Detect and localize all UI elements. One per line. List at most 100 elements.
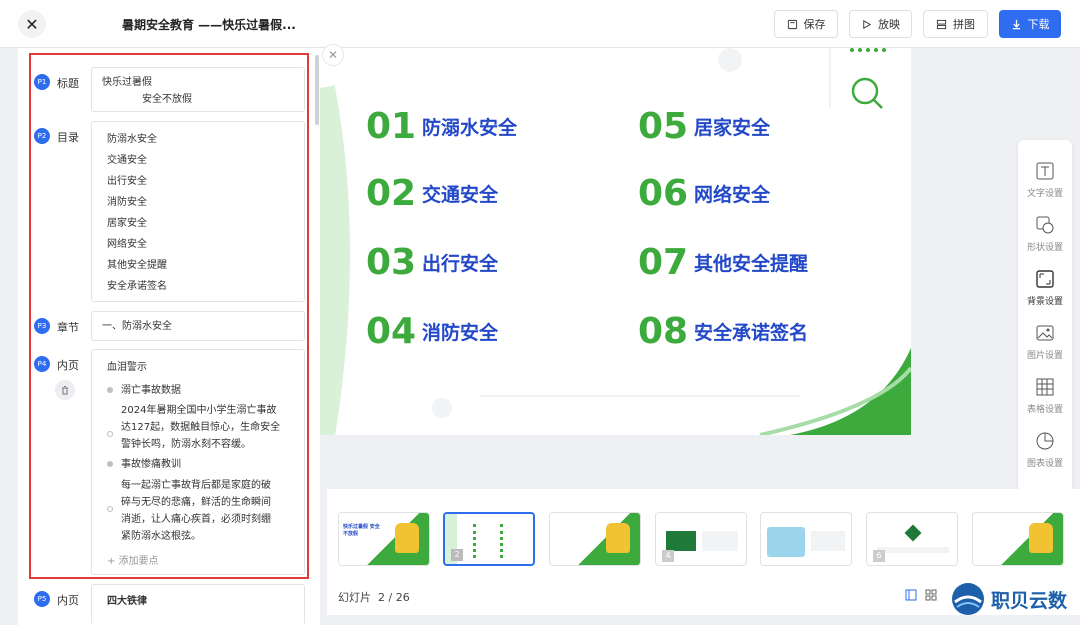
thumbnail-slide-2[interactable]: 2 — [443, 512, 535, 566]
point-body: 警钟长鸣，防溺水刻不容缓。 — [121, 439, 251, 450]
chart-settings-button[interactable]: 图表设置 — [1018, 432, 1072, 469]
play-button[interactable]: 放映 — [849, 10, 912, 38]
toc-line: 居家安全 — [107, 218, 147, 229]
text-icon — [1036, 162, 1054, 180]
toc-field[interactable]: 防溺水安全 交通安全 出行安全 消防安全 居家安全 网络安全 其他安全提醒 安全… — [91, 121, 305, 302]
point-body: 每一起溺亡事故背后都是家庭的破 — [121, 480, 271, 491]
content-heading: 血泪警示 — [107, 362, 147, 373]
shape-settings-button[interactable]: 形状设置 — [1018, 216, 1072, 253]
toc-entry[interactable]: 04 消防安全 — [366, 311, 498, 352]
background-icon — [1036, 270, 1054, 288]
point-body: 2024年暑期全国中小学生溺亡事故 — [121, 405, 277, 416]
page-badge: P1 — [34, 74, 50, 90]
row-type-label: 标题 — [57, 77, 79, 90]
point-title: 溺亡事故数据 — [107, 380, 289, 402]
list-view-icon[interactable] — [905, 589, 917, 601]
toc-number: 08 — [638, 311, 689, 352]
download-label: 下载 — [1027, 18, 1050, 31]
thumbnail-slide-6[interactable]: 6 — [866, 512, 958, 566]
text-settings-button[interactable]: 文字设置 — [1018, 162, 1072, 199]
save-button[interactable]: 保存 — [774, 10, 838, 38]
toc-entry[interactable]: 05 居家安全 — [638, 106, 770, 147]
table-settings-button[interactable]: 表格设置 — [1018, 378, 1072, 415]
toc-entry[interactable]: 03 出行安全 — [366, 242, 498, 283]
thumbnail-slide-5[interactable] — [760, 512, 852, 566]
download-button[interactable]: 下载 — [999, 10, 1061, 38]
page-badge: P4 — [34, 356, 50, 372]
slide-canvas[interactable]: 01 防溺水安全 02 交通安全 03 出行安全 04 消防安全 05 居家安全… — [320, 48, 911, 435]
slide-counter: 幻灯片 2 / 26 — [338, 591, 410, 604]
outline-scrollbar[interactable] — [315, 55, 319, 125]
toc-title: 消防安全 — [422, 322, 499, 344]
toc-entry[interactable]: 08 安全承诺签名 — [638, 311, 808, 352]
close-icon[interactable]: ✕ — [322, 44, 344, 66]
play-icon — [863, 19, 872, 29]
toc-line: 交通安全 — [107, 155, 147, 166]
grid-view-icon[interactable] — [925, 589, 937, 601]
toc-entry[interactable]: 07 其他安全提醒 — [638, 242, 808, 283]
dots-decoration — [850, 48, 886, 52]
toc-line: 防溺水安全 — [107, 134, 157, 145]
search-icon — [851, 77, 883, 109]
toc-number: 06 — [638, 173, 689, 214]
page-badge: P5 — [34, 591, 50, 607]
delete-page-button[interactable] — [55, 380, 75, 400]
page-badge: P3 — [34, 318, 50, 334]
toc-line: 消防安全 — [107, 197, 147, 208]
logo-icon — [952, 583, 984, 615]
toc-number: 05 — [638, 106, 689, 147]
document-title: 暑期安全教育 ——快乐过暑假... — [122, 18, 296, 32]
page-badge: P2 — [34, 128, 50, 144]
download-icon — [1012, 19, 1020, 29]
play-label: 放映 — [878, 18, 900, 31]
thumbnail-slide-7[interactable] — [972, 512, 1064, 566]
save-icon — [787, 19, 797, 29]
watermark-text: 职贝云数 — [991, 589, 1068, 612]
point-body: 碎与无尽的悲痛，鲜活的生命瞬间 — [121, 497, 271, 508]
toc-number: 01 — [366, 106, 417, 147]
toc-entry[interactable]: 01 防溺水安全 — [366, 106, 517, 147]
collage-label: 拼图 — [953, 18, 975, 31]
ring-icon — [107, 506, 113, 512]
ring-icon — [107, 431, 113, 437]
point-body: 达127起，数据触目惊心，生命安全 — [121, 422, 281, 433]
thumbnail-slide-4[interactable]: 4 — [655, 512, 747, 566]
add-point-button[interactable]: + 添加要点 — [107, 551, 289, 572]
top-bar: ✕ 暑期安全教育 ——快乐过暑假... 保存 放映 拼图 下载 — [0, 0, 1080, 48]
row-type-label: 目录 — [57, 131, 79, 144]
bullet-icon — [107, 387, 113, 393]
toc-number: 07 — [638, 242, 689, 283]
close-icon[interactable]: ✕ — [18, 10, 46, 38]
toc-line: 安全承诺签名 — [107, 281, 167, 292]
toc-title: 安全承诺签名 — [694, 322, 809, 344]
collage-button[interactable]: 拼图 — [923, 10, 988, 38]
chapter-line: 一、防溺水安全 — [102, 321, 172, 332]
image-icon — [1036, 325, 1054, 341]
toc-line: 网络安全 — [107, 239, 147, 250]
point-body: 消逝，让人痛心疾首，必须时刻绷 — [121, 514, 271, 525]
toc-entry[interactable]: 02 交通安全 — [366, 173, 498, 214]
save-label: 保存 — [803, 18, 826, 31]
title-line: 快乐过暑假 — [102, 77, 152, 88]
background-settings-button[interactable]: 背景设置 — [1018, 270, 1072, 307]
trash-icon — [62, 386, 68, 395]
point-title: 事故惨痛教训 — [107, 453, 289, 477]
thumbnail-slide-1[interactable]: 快乐过暑假 安全不放假 — [338, 512, 430, 566]
toc-number: 03 — [366, 242, 417, 283]
toc-title: 居家安全 — [694, 117, 771, 139]
title-field[interactable]: 快乐过暑假 安全不放假 — [91, 67, 305, 112]
watermark: 职贝云数 — [951, 582, 1067, 616]
pie-chart-icon — [1036, 432, 1054, 450]
toc-entry[interactable]: 06 网络安全 — [638, 173, 770, 214]
toc-title: 交通安全 — [422, 184, 499, 206]
settings-toolbar: 文字设置 形状设置 背景设置 图片设置 表格设置 图表设置 — [1018, 140, 1072, 492]
chapter-field[interactable]: 一、防溺水安全 — [91, 311, 305, 341]
toc-number: 04 — [366, 311, 417, 352]
point-body: 紧防溺水这根弦。 — [121, 531, 201, 542]
content-heading: 四大铁律 — [107, 596, 147, 607]
content-field[interactable]: 血泪警示 溺亡事故数据 2024年暑期全国中小学生溺亡事故 达127起，数据触目… — [91, 349, 305, 575]
thumbnail-slide-3[interactable] — [549, 512, 641, 566]
content-field[interactable]: 四大铁律 — [91, 584, 305, 625]
toc-title: 网络安全 — [694, 184, 771, 206]
image-settings-button[interactable]: 图片设置 — [1018, 324, 1072, 361]
